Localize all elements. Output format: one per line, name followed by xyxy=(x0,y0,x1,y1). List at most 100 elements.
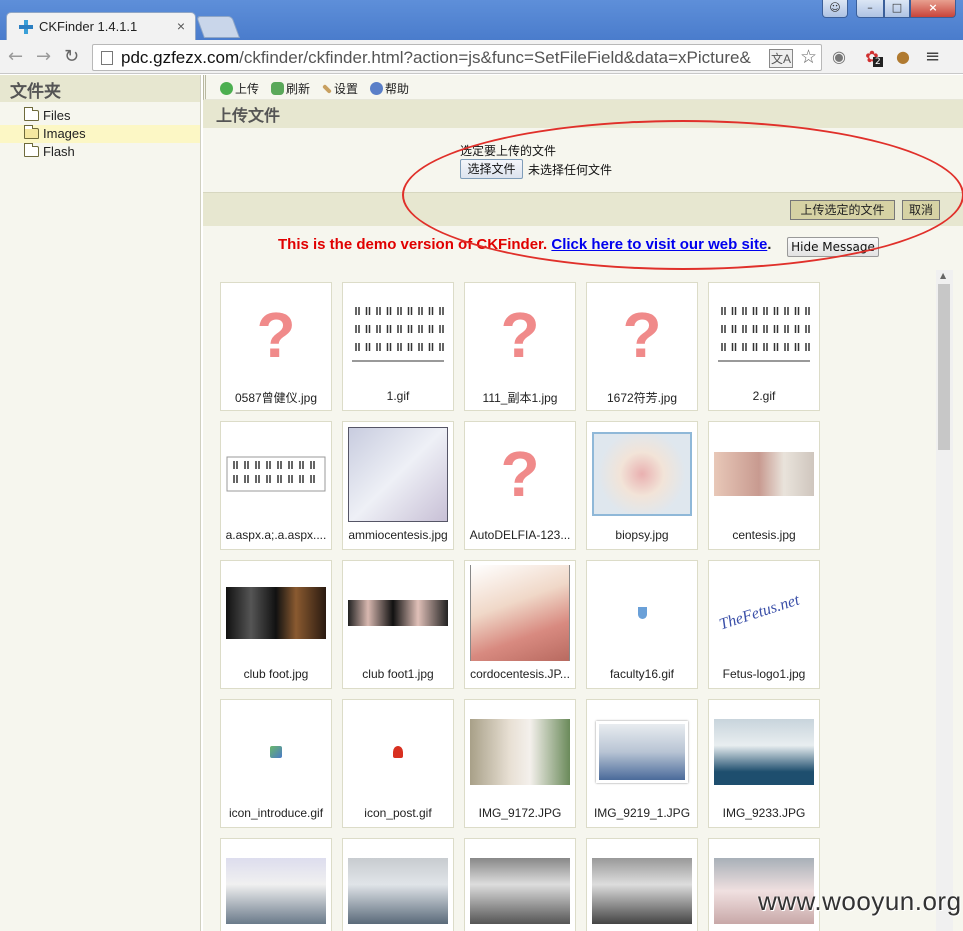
profile-icon[interactable]: ☺ xyxy=(822,0,848,18)
toolbar-refresh-button[interactable]: 刷新 xyxy=(271,80,310,97)
hide-message-button[interactable]: Hide Message xyxy=(787,237,879,257)
file-thumbnail-item[interactable] xyxy=(220,838,332,931)
file-thumbnail-item[interactable] xyxy=(464,838,576,931)
toolbar-help-label: 帮助 xyxy=(385,82,410,96)
file-thumbnail-item[interactable]: ? AutoDELFIA-123... xyxy=(464,421,576,550)
file-thumbnail-item[interactable]: ? 111_副本1.jpg xyxy=(464,282,576,411)
file-thumbnail-item[interactable]: TheFetus.net Fetus-logo1.jpg xyxy=(708,560,820,689)
file-thumbnail-item[interactable]: IMG_9219_1.JPG xyxy=(586,699,698,828)
file-thumbnail-item[interactable]: club foot1.jpg xyxy=(342,560,454,689)
biopsy-illustration-thumbnail xyxy=(592,432,692,516)
scroll-up-arrow-icon[interactable]: ▲ xyxy=(940,271,946,280)
file-thumbnail-item[interactable]: IMG_9233.JPG xyxy=(708,699,820,828)
address-bar[interactable]: pdc.gzfezx.com/ckfinder/ckfinder.html?ac… xyxy=(92,44,822,71)
thumbnail-box xyxy=(591,704,693,800)
unknown-file-icon: ? xyxy=(500,299,540,371)
forward-arrow-icon[interactable]: → xyxy=(36,46,51,67)
folder-sidebar: 文件夹 Files Images Flash xyxy=(0,75,201,931)
vertical-scrollbar[interactable]: ▲ xyxy=(936,270,953,931)
cancel-upload-button[interactable]: 取消 xyxy=(902,200,940,220)
main-panel: 上传 刷新 设置 帮助 上传文件 选定要上传的文件 选择文件 未选择任何文件 上… xyxy=(203,75,963,931)
url-path: /ckfinder/ckfinder.html?action=js&func=S… xyxy=(239,48,751,67)
file-thumbnail-item[interactable]: club foot.jpg xyxy=(220,560,332,689)
unknown-file-icon: ? xyxy=(622,299,662,371)
file-thumbnail-item[interactable]: icon_introduce.gif xyxy=(220,699,332,828)
file-thumbnail-item[interactable]: ? 0587曾健仪.jpg xyxy=(220,282,332,411)
close-window-button[interactable]: × xyxy=(910,0,956,18)
upload-label: 选定要上传的文件 xyxy=(460,144,557,158)
menu-icon[interactable]: ≡ xyxy=(925,46,940,67)
file-thumbnail-item[interactable]: centesis.jpg xyxy=(708,421,820,550)
karyotype-thumbnail xyxy=(352,307,444,362)
thumbnail-box xyxy=(347,565,449,661)
toolbar-upload-button[interactable]: 上传 xyxy=(220,80,259,97)
ckfinder-favicon-icon xyxy=(19,20,33,34)
upload-selected-button[interactable]: 上传选定的文件 xyxy=(790,200,895,220)
watermark: www.wooyun.org xyxy=(758,886,962,916)
visit-website-link[interactable]: Click here to visit our web site xyxy=(551,236,767,253)
file-thumbnail-item[interactable] xyxy=(708,838,820,931)
extension-badge-count: 2 xyxy=(873,57,883,67)
translate-icon[interactable]: 文A xyxy=(768,49,793,68)
browser-toolbar: ← → ↻ pdc.gzfezx.com/ckfinder/ckfinder.h… xyxy=(0,40,963,74)
fetus-logo-text: TheFetus.net xyxy=(717,591,802,634)
folder-label: Files xyxy=(43,108,71,123)
file-name: centesis.jpg xyxy=(732,528,796,542)
extension-badge-icon[interactable]: ✿ 2 xyxy=(862,47,883,67)
toolbar-settings-button[interactable]: 设置 xyxy=(322,80,358,97)
toolbar-help-button[interactable]: 帮助 xyxy=(370,80,409,97)
thumbnail-box xyxy=(347,704,449,800)
reload-icon[interactable]: ↻ xyxy=(64,46,79,67)
new-tab-button[interactable] xyxy=(195,16,241,38)
maximize-button[interactable]: □ xyxy=(884,0,910,18)
file-thumbnail-item[interactable]: IMG_9172.JPG xyxy=(464,699,576,828)
file-thumbnail-item[interactable]: ? 1672符芳.jpg xyxy=(586,282,698,411)
thumbnail-box xyxy=(591,843,693,931)
thumbnail-box xyxy=(713,704,815,800)
browser-titlebar: CKFinder 1.4.1.1 × ☺ – □ × xyxy=(0,0,963,40)
upload-panel-footer: 上传选定的文件 取消 xyxy=(203,192,963,226)
photo-thumbnail xyxy=(592,858,692,924)
flask-icon xyxy=(637,607,647,619)
cookie-icon[interactable]: ● xyxy=(893,47,913,67)
scrollbar-thumb[interactable] xyxy=(938,284,950,450)
toolbar-refresh-label: 刷新 xyxy=(286,82,311,96)
file-thumbnail-item[interactable]: 2.gif xyxy=(708,282,820,411)
choose-file-button[interactable]: 选择文件 xyxy=(460,159,523,179)
minimize-button[interactable]: – xyxy=(856,0,884,18)
demo-period: . xyxy=(767,236,772,253)
thumbnail-box xyxy=(713,287,815,383)
toolbar-settings-label: 设置 xyxy=(334,82,359,96)
upload-panel-body: 选定要上传的文件 选择文件 未选择任何文件 xyxy=(203,128,963,192)
bookmark-star-icon[interactable]: ☆ xyxy=(800,46,817,69)
file-thumbnail-item[interactable]: faculty16.gif xyxy=(586,560,698,689)
folder-item-files[interactable]: Files xyxy=(0,107,200,125)
help-icon xyxy=(370,82,384,95)
folder-item-images[interactable]: Images xyxy=(0,125,200,143)
tab-close-icon[interactable]: × xyxy=(177,18,185,34)
introduce-icon xyxy=(270,746,282,758)
thumbnail-box xyxy=(225,843,327,931)
photo-thumbnail xyxy=(226,858,326,924)
file-thumbnail-item[interactable]: icon_post.gif xyxy=(342,699,454,828)
file-thumbnail-item[interactable]: biopsy.jpg xyxy=(586,421,698,550)
file-thumbnail-item[interactable]: ammiocentesis.jpg xyxy=(342,421,454,550)
thumbnail-box xyxy=(347,426,449,522)
file-thumbnail-item[interactable] xyxy=(342,838,454,931)
medical-illustration-thumbnail xyxy=(348,426,448,522)
browser-tab[interactable]: CKFinder 1.4.1.1 × xyxy=(6,12,196,40)
folder-icon xyxy=(24,143,39,157)
post-icon xyxy=(393,746,403,758)
thumbnail-box xyxy=(225,565,327,661)
back-arrow-icon[interactable]: ← xyxy=(8,46,23,67)
extension-circle-icon[interactable]: ◉ xyxy=(829,47,849,67)
folder-icon xyxy=(24,107,39,121)
file-thumbnail-item[interactable]: a.aspx.a;.a.aspx.... xyxy=(220,421,332,550)
file-thumbnail-item[interactable]: 1.gif xyxy=(342,282,454,411)
file-thumbnail-item[interactable] xyxy=(586,838,698,931)
folder-item-flash[interactable]: Flash xyxy=(0,143,200,161)
file-name: club foot1.jpg xyxy=(362,667,434,681)
demo-text: This is the demo version of CKFinder. xyxy=(278,236,548,253)
file-thumbnail-item[interactable]: cordocentesis.JP... xyxy=(464,560,576,689)
ultrasound-thumbnail xyxy=(348,600,448,626)
